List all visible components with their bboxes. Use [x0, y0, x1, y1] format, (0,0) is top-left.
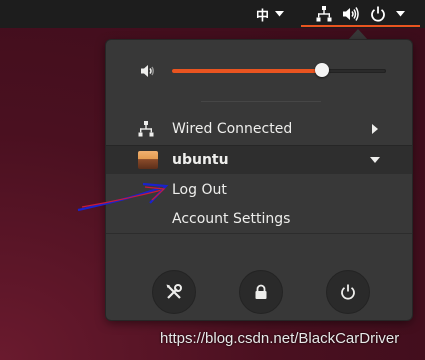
- hand-drawn-arrow-annotation: [77, 182, 169, 212]
- watermark-text: https://blog.csdn.net/BlackCarDriver: [160, 330, 400, 347]
